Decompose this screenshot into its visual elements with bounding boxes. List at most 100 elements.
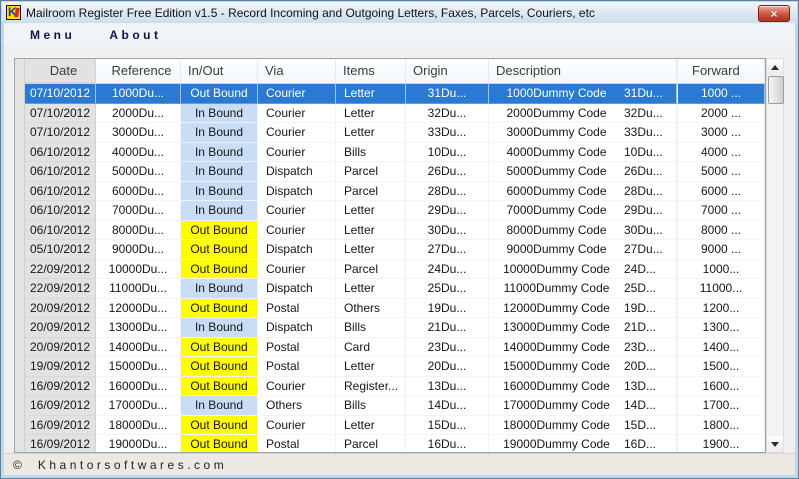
- table-row[interactable]: 06/10/20127000Du...In BoundCourierLetter…: [25, 201, 765, 221]
- table-row[interactable]: 20/09/201213000Du...In BoundDispatchBill…: [25, 318, 765, 338]
- app-icon-accent: [14, 8, 20, 17]
- destination-text: 30Du...: [624, 221, 676, 240]
- table-row[interactable]: 16/09/201219000Du...Out BoundPostalParce…: [25, 435, 765, 453]
- cell-forward: 8000 ...: [677, 221, 765, 241]
- cell-inout: In Bound: [181, 143, 258, 163]
- column-header-origin[interactable]: Origin: [406, 59, 489, 83]
- destination-text: 25D...: [624, 279, 676, 298]
- column-header-forward[interactable]: Forward: [677, 59, 765, 83]
- cell-via: Postal: [258, 299, 336, 319]
- cell-description: 2000Dummy Code32Du...: [489, 104, 677, 124]
- cell-reference: 11000Du...: [96, 279, 181, 299]
- column-header-inout[interactable]: In/Out: [181, 59, 258, 83]
- destination-text: 31Du...: [624, 84, 676, 103]
- destination-text: 10Du...: [624, 143, 676, 162]
- table-row[interactable]: 20/09/201212000Du...Out BoundPostalOther…: [25, 299, 765, 319]
- cell-origin: 26Du...: [406, 162, 489, 182]
- table-row[interactable]: 22/09/201210000Du...Out BoundCourierParc…: [25, 260, 765, 280]
- menu-item-menu[interactable]: Menu: [22, 25, 83, 45]
- close-icon: ×: [770, 8, 777, 20]
- cell-description: 9000Dummy Code27Du...: [489, 240, 677, 260]
- description-text: 15000Dummy Code: [489, 357, 624, 376]
- cell-date: 07/10/2012: [25, 104, 96, 124]
- cell-date: 22/09/2012: [25, 279, 96, 299]
- cell-description: 14000Dummy Code23D...: [489, 338, 677, 358]
- cell-inout: Out Bound: [181, 221, 258, 241]
- column-header-reference[interactable]: Reference: [96, 59, 181, 83]
- cell-items: Letter: [336, 201, 406, 221]
- column-header-via[interactable]: Via: [258, 59, 336, 83]
- destination-text: 27Du...: [624, 240, 676, 259]
- cell-via: Dispatch: [258, 182, 336, 202]
- table-row[interactable]: 07/10/20123000Du...In BoundCourierLetter…: [25, 123, 765, 143]
- cell-forward: 1700...: [677, 396, 765, 416]
- cell-date: 06/10/2012: [25, 182, 96, 202]
- column-header-description[interactable]: Description: [489, 59, 677, 83]
- destination-text: 20D...: [624, 357, 676, 376]
- cell-via: Courier: [258, 123, 336, 143]
- cell-reference: 8000Du...: [96, 221, 181, 241]
- cell-via: Courier: [258, 377, 336, 397]
- cell-origin: 15Du...: [406, 416, 489, 436]
- vertical-scrollbar[interactable]: [766, 58, 784, 453]
- cell-via: Postal: [258, 357, 336, 377]
- cell-reference: 17000Du...: [96, 396, 181, 416]
- description-text: 9000Dummy Code: [489, 240, 624, 259]
- table-row[interactable]: 05/10/20129000Du...Out BoundDispatchLett…: [25, 240, 765, 260]
- cell-origin: 19Du...: [406, 299, 489, 319]
- cell-via: Dispatch: [258, 240, 336, 260]
- cell-items: Letter: [336, 123, 406, 143]
- table-row[interactable]: 22/09/201211000Du...In BoundDispatchLett…: [25, 279, 765, 299]
- cell-via: Dispatch: [258, 318, 336, 338]
- cell-description: 16000Dummy Code13D...: [489, 377, 677, 397]
- table-row[interactable]: 16/09/201216000Du...Out BoundCourierRegi…: [25, 377, 765, 397]
- table-row[interactable]: 19/09/201215000Du...Out BoundPostalLette…: [25, 357, 765, 377]
- table-row[interactable]: 06/10/20128000Du...Out BoundCourierLette…: [25, 221, 765, 241]
- cell-forward: 1200...: [677, 299, 765, 319]
- close-button[interactable]: ×: [758, 5, 790, 22]
- cell-description: 7000Dummy Code29Du...: [489, 201, 677, 221]
- cell-description: 6000Dummy Code28Du...: [489, 182, 677, 202]
- cell-via: Postal: [258, 435, 336, 453]
- status-bar: © Khantorsoftwares.com: [4, 453, 795, 475]
- cell-description: 19000Dummy Code16D...: [489, 435, 677, 453]
- cell-inout: Out Bound: [181, 299, 258, 319]
- cell-inout: Out Bound: [181, 260, 258, 280]
- cell-inout: In Bound: [181, 396, 258, 416]
- cell-description: 12000Dummy Code19D...: [489, 299, 677, 319]
- cell-forward: 1600...: [677, 377, 765, 397]
- table-row[interactable]: 06/10/20125000Du...In BoundDispatchParce…: [25, 162, 765, 182]
- destination-text: 24D...: [624, 260, 676, 279]
- cell-inout: In Bound: [181, 318, 258, 338]
- table-row[interactable]: 06/10/20126000Du...In BoundDispatchParce…: [25, 182, 765, 202]
- cell-date: 16/09/2012: [25, 416, 96, 436]
- table-row[interactable]: 07/10/20121000Du...Out BoundCourierLette…: [25, 84, 765, 104]
- table-row[interactable]: 20/09/201214000Du...Out BoundPostalCard2…: [25, 338, 765, 358]
- cell-inout: In Bound: [181, 182, 258, 202]
- cell-origin: 16Du...: [406, 435, 489, 453]
- column-header-date[interactable]: Date: [25, 59, 96, 83]
- cell-items: Letter: [336, 84, 406, 104]
- table-row[interactable]: 07/10/20122000Du...In BoundCourierLetter…: [25, 104, 765, 124]
- destination-text: 32Du...: [624, 104, 676, 123]
- scroll-down-button[interactable]: [767, 436, 783, 452]
- window-title: Mailroom Register Free Edition v1.5 - Re…: [26, 6, 595, 20]
- cell-forward: 3000 ...: [677, 123, 765, 143]
- cell-inout: Out Bound: [181, 357, 258, 377]
- scroll-up-button[interactable]: [767, 59, 783, 75]
- description-text: 6000Dummy Code: [489, 182, 624, 201]
- scrollbar-thumb[interactable]: [768, 76, 784, 104]
- table-row[interactable]: 16/09/201217000Du...In BoundOthersBills1…: [25, 396, 765, 416]
- menu-item-about[interactable]: About: [101, 25, 169, 45]
- cell-date: 16/09/2012: [25, 435, 96, 453]
- cell-description: 18000Dummy Code15D...: [489, 416, 677, 436]
- destination-text: 33Du...: [624, 123, 676, 142]
- table-row[interactable]: 06/10/20124000Du...In BoundCourierBills1…: [25, 143, 765, 163]
- cell-forward: 1300...: [677, 318, 765, 338]
- cell-description: 10000Dummy Code24D...: [489, 260, 677, 280]
- table-row[interactable]: 16/09/201218000Du...Out BoundCourierLett…: [25, 416, 765, 436]
- column-header-items[interactable]: Items: [336, 59, 406, 83]
- cell-origin: 13Du...: [406, 377, 489, 397]
- cell-inout: In Bound: [181, 123, 258, 143]
- cell-origin: 20Du...: [406, 357, 489, 377]
